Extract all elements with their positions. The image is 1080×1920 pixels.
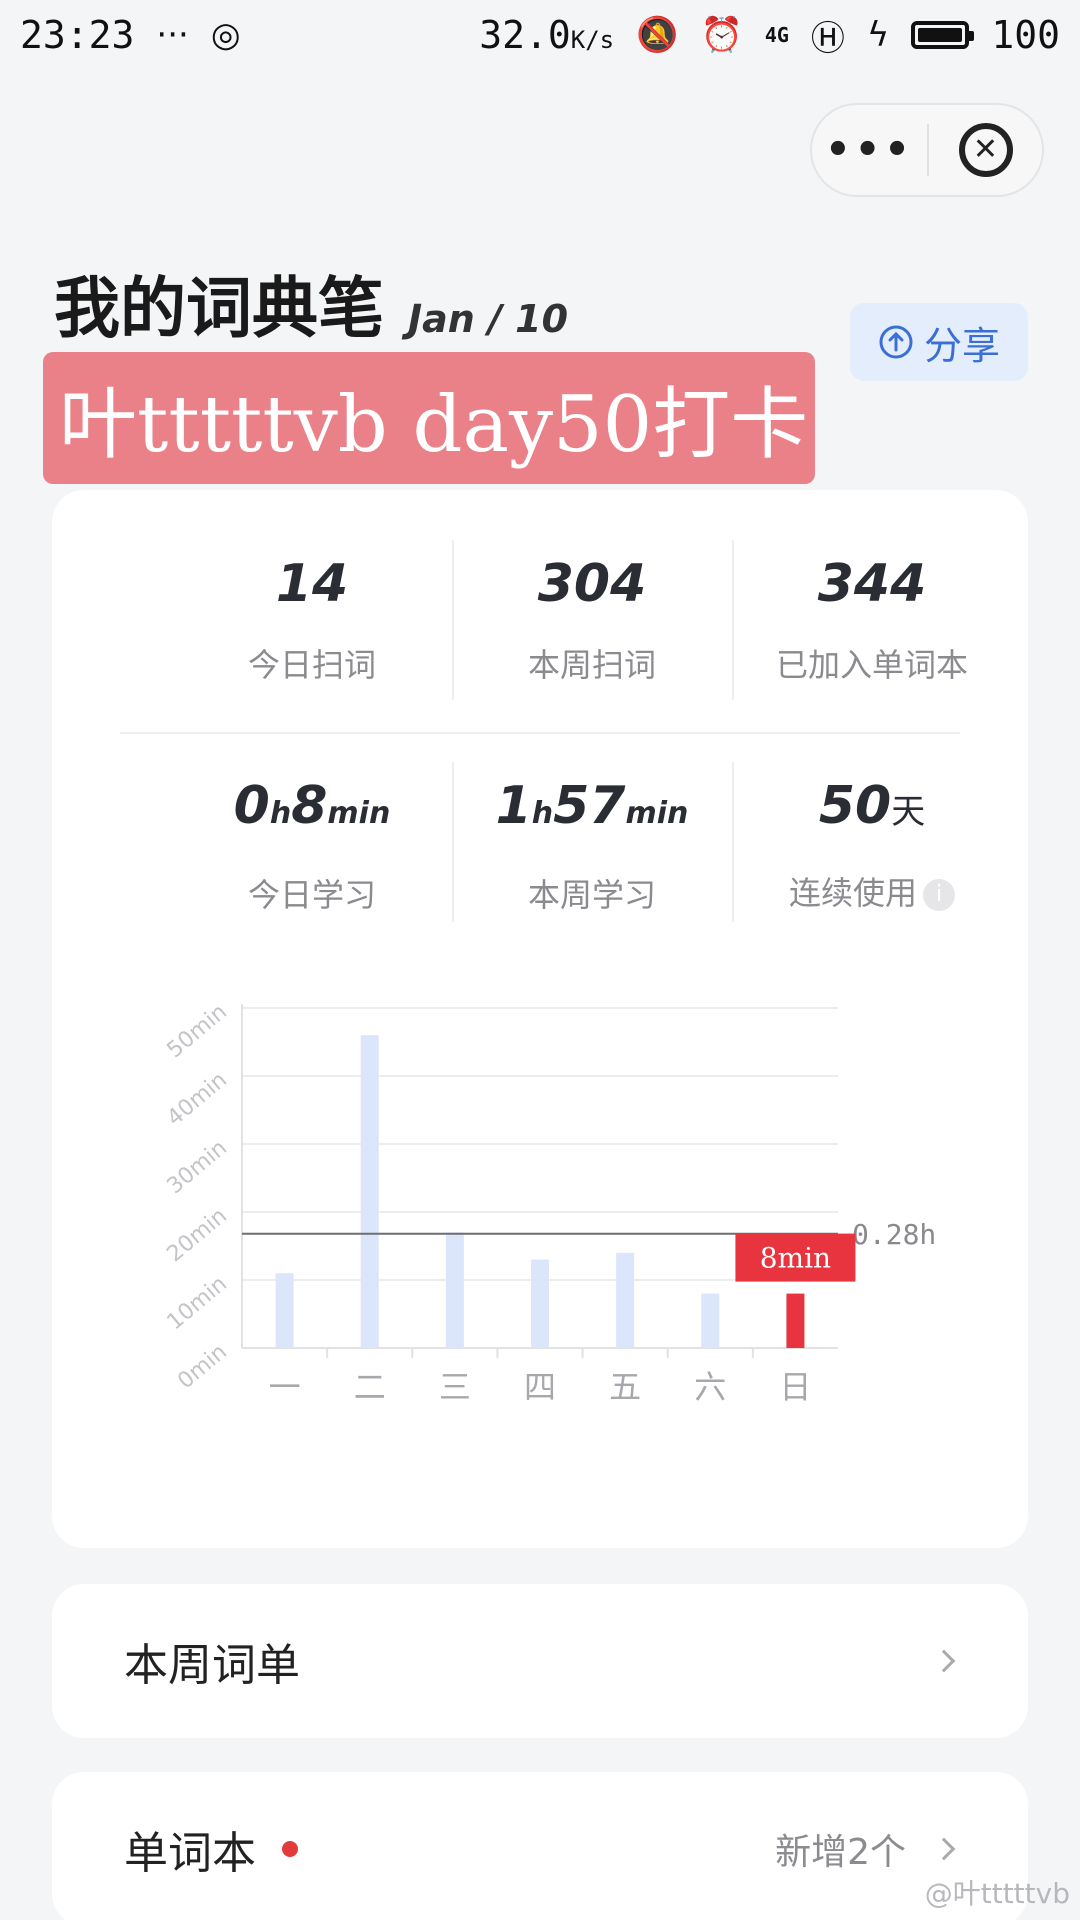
stat-label: 本周学习 xyxy=(527,876,656,914)
chevron-right-icon xyxy=(932,1837,956,1861)
y-tick-label: 50min xyxy=(163,999,232,1063)
stat-today-study: 0h8min 今日学习 xyxy=(172,770,452,930)
x-tick-label: 日 xyxy=(779,1368,811,1406)
page-title: 我的词典笔 xyxy=(54,269,384,347)
new-badge-dot xyxy=(282,1841,298,1857)
x-tick-label: 六 xyxy=(694,1368,726,1406)
study-stats-row: 0h8min 今日学习 1h57min 本周学习 50天 连续使用 i xyxy=(52,762,1028,930)
share-label: 分享 xyxy=(923,323,1000,368)
stat-streak: 50天 连续使用 i xyxy=(732,762,1012,930)
more-button[interactable]: ••• xyxy=(812,105,927,195)
close-button[interactable]: ✕ xyxy=(929,105,1042,195)
weibo-watermark: @叶tttttvb xyxy=(924,1877,1070,1910)
stats-divider xyxy=(120,732,960,734)
hotspot-icon: ◎ xyxy=(210,15,241,55)
status-bar: 23:23 ··· ◎ 32.0K/s 🔕 ⏰ 4G Ⓗ ϟ 100 xyxy=(0,0,1080,70)
wordbook-title: 单词本 xyxy=(124,1828,256,1879)
battery-icon xyxy=(911,21,975,49)
x-tick-label: 二 xyxy=(354,1368,386,1406)
stat-week-scans: 304 本周扫词 xyxy=(452,540,732,708)
hd-icon: Ⓗ xyxy=(810,18,845,59)
stats-card: 14 今日扫词 304 本周扫词 344 已加入单词本 0h8min 今日学习 … xyxy=(52,490,1028,1548)
y-tick-label: 40min xyxy=(163,1067,232,1131)
upload-icon xyxy=(879,325,913,359)
x-tick-label: 一 xyxy=(269,1368,301,1406)
average-line-label: 0.28h xyxy=(852,1218,936,1251)
bar-五 xyxy=(616,1252,635,1348)
share-button[interactable]: 分享 xyxy=(850,303,1028,381)
y-tick-label: 20min xyxy=(163,1203,232,1267)
highlight-tooltip-label: 8min xyxy=(760,1242,831,1275)
chevron-right-icon xyxy=(932,1649,956,1673)
signal-icon: 4G xyxy=(764,23,789,47)
close-icon: ✕ xyxy=(958,123,1013,177)
stat-value: 344 xyxy=(817,554,927,614)
checkin-banner: 叶tttttvb day50打卡 xyxy=(43,352,815,484)
stat-label: 本周扫词 xyxy=(527,646,656,684)
stat-label: 今日扫词 xyxy=(247,646,376,684)
stat-value: 14 xyxy=(275,554,349,614)
scan-stats-row: 14 今日扫词 304 本周扫词 344 已加入单词本 xyxy=(52,540,1028,708)
network-speed: 32.0K/s xyxy=(479,13,615,57)
bar-二 xyxy=(360,1035,379,1348)
weekly-study-chart: 0min10min20min30min40min50min 一 二 三 四 五 六 日 0.28… xyxy=(163,999,937,1406)
mini-program-capsule: ••• ✕ xyxy=(810,103,1044,197)
bar-六 xyxy=(701,1293,720,1348)
stat-label: 连续使用 i xyxy=(732,868,1012,914)
stat-today-scans: 14 今日扫词 xyxy=(172,548,452,708)
wordbook-title-wrap: 单词本 xyxy=(124,1817,298,1881)
bar-日 xyxy=(786,1293,805,1348)
clock: 23:23 xyxy=(20,13,135,57)
stat-label: 今日学习 xyxy=(247,876,376,914)
stat-value: 0h8min xyxy=(233,776,391,836)
x-tick-label: 三 xyxy=(439,1368,471,1406)
charging-icon: ϟ xyxy=(866,15,890,55)
bar-三 xyxy=(445,1232,464,1348)
info-icon[interactable]: i xyxy=(923,879,955,911)
weekly-wordlist-item[interactable]: 本周词单 xyxy=(52,1584,1028,1738)
battery-level: 100 xyxy=(991,13,1060,57)
more-notifications-icon: ··· xyxy=(156,15,189,55)
stat-value: 1h57min xyxy=(495,776,689,836)
header: 我的词典笔 Jan / 10 xyxy=(54,255,568,351)
stat-wordbook-added: 344 已加入单词本 xyxy=(732,540,1012,708)
x-tick-label: 四 xyxy=(524,1368,556,1406)
alarm-icon: ⏰ xyxy=(700,15,743,55)
stat-value: 304 xyxy=(537,554,647,614)
y-tick-label: 30min xyxy=(163,1135,232,1199)
weekly-wordlist-title: 本周词单 xyxy=(124,1640,300,1691)
wordbook-new-count: 新增2个 xyxy=(775,1832,906,1873)
bar-四 xyxy=(531,1259,549,1348)
y-tick-label: 0min xyxy=(173,1339,232,1394)
date-label: Jan / 10 xyxy=(408,297,569,341)
bar-一 xyxy=(275,1273,294,1348)
stat-week-study: 1h57min 本周学习 xyxy=(452,762,732,930)
wordbook-item[interactable]: 单词本 新增2个 xyxy=(52,1772,1028,1920)
stat-label: 已加入单词本 xyxy=(775,646,968,684)
y-tick-label: 10min xyxy=(163,1271,232,1335)
x-tick-label: 五 xyxy=(609,1368,641,1406)
stat-value: 50天 xyxy=(818,776,926,836)
mute-bell-icon: 🔕 xyxy=(636,15,679,55)
